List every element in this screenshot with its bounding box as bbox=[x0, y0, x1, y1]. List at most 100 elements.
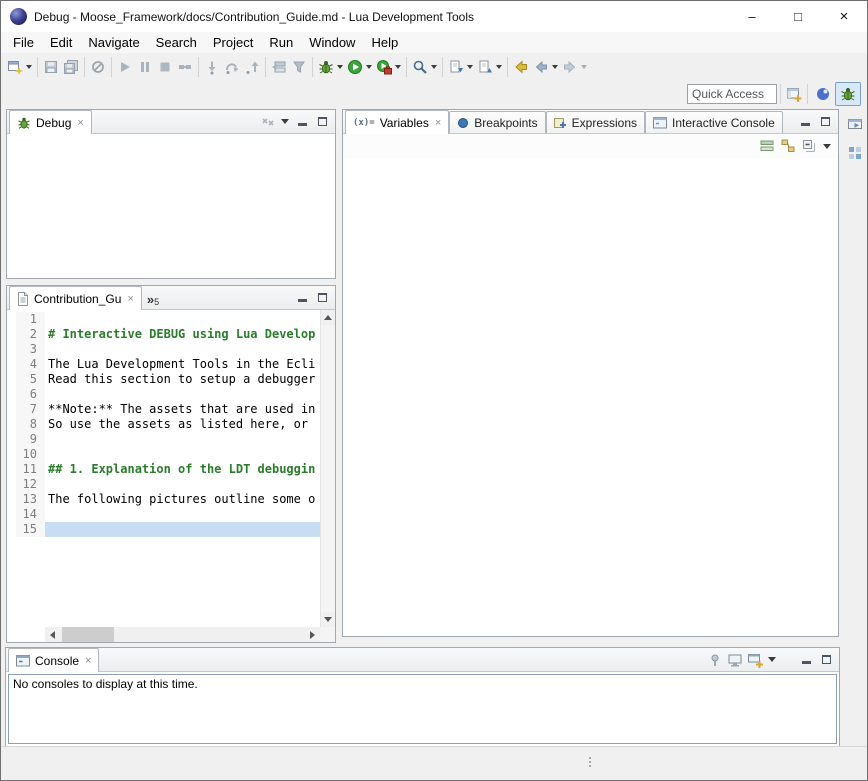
editor-lines[interactable]: 12# Interactive DEBUG using Lua Develop3… bbox=[7, 310, 320, 627]
collapse-all-button[interactable] bbox=[800, 139, 817, 154]
close-window-button[interactable]: × bbox=[821, 1, 867, 32]
disconnect-button[interactable] bbox=[175, 55, 195, 79]
line-text[interactable]: The following pictures outline some o bbox=[45, 492, 320, 507]
menu-navigate[interactable]: Navigate bbox=[80, 33, 147, 52]
variables-view-menu-button[interactable] bbox=[821, 139, 833, 154]
display-selected-console-button[interactable] bbox=[726, 652, 743, 667]
skip-all-breakpoints-button[interactable] bbox=[88, 55, 108, 79]
lua-perspective-button[interactable] bbox=[811, 82, 835, 106]
debug-button[interactable] bbox=[316, 55, 345, 79]
variables-tab-close-icon[interactable]: × bbox=[435, 117, 441, 129]
new-wizard-button[interactable] bbox=[5, 55, 34, 79]
drop-to-frame-button[interactable] bbox=[269, 55, 289, 79]
editor-tab-overflow[interactable]: »5 bbox=[142, 292, 164, 309]
menu-help[interactable]: Help bbox=[363, 33, 406, 52]
save-all-button[interactable] bbox=[61, 55, 81, 79]
back-button[interactable] bbox=[531, 55, 560, 79]
forward-button[interactable] bbox=[560, 55, 589, 79]
suspend-button[interactable] bbox=[135, 55, 155, 79]
scroll-right-button[interactable] bbox=[305, 627, 320, 642]
tab-expressions[interactable]: Expressions bbox=[546, 111, 645, 133]
maximize-window-button[interactable]: □ bbox=[775, 1, 821, 32]
line-text[interactable] bbox=[45, 522, 320, 537]
line-text[interactable]: Read this section to setup a debugger bbox=[45, 372, 320, 387]
line-text[interactable]: So use the assets as listed here, or bbox=[45, 417, 320, 432]
editor-tab-close-icon[interactable]: × bbox=[127, 293, 133, 305]
console-minimize-button[interactable] bbox=[798, 652, 815, 667]
console-maximize-button[interactable] bbox=[818, 652, 835, 667]
editor-tab[interactable]: Contribution_Gu × bbox=[9, 286, 142, 310]
console-tab-close-icon[interactable]: × bbox=[85, 655, 91, 667]
console-tab[interactable]: Console × bbox=[8, 648, 99, 672]
tab-variables[interactable]: (x)= Variables × bbox=[345, 110, 449, 134]
quick-access-input[interactable] bbox=[687, 84, 777, 104]
run-button[interactable] bbox=[345, 55, 374, 79]
scroll-up-button[interactable] bbox=[321, 310, 336, 325]
show-logical-structures-button[interactable] bbox=[779, 139, 796, 154]
menu-edit[interactable]: Edit bbox=[42, 33, 80, 52]
editor-maximize-button[interactable] bbox=[314, 290, 331, 305]
menu-run[interactable]: Run bbox=[261, 33, 301, 52]
variables-content[interactable] bbox=[343, 158, 838, 636]
variables-maximize-button[interactable] bbox=[817, 114, 834, 129]
console-viewer[interactable]: No consoles to display at this time. bbox=[8, 674, 837, 744]
restore-minimized-view-button[interactable] bbox=[845, 114, 865, 134]
resume-button[interactable] bbox=[115, 55, 135, 79]
remove-all-terminated-button[interactable] bbox=[259, 114, 276, 129]
debug-tab-close-icon[interactable]: × bbox=[77, 117, 83, 129]
editor-minimize-button[interactable] bbox=[294, 290, 311, 305]
debug-perspective-button[interactable] bbox=[835, 82, 861, 106]
scroll-down-button[interactable] bbox=[321, 612, 336, 627]
search-button[interactable] bbox=[410, 55, 439, 79]
terminate-button[interactable] bbox=[155, 55, 175, 79]
minimize-icon bbox=[298, 299, 307, 302]
line-text[interactable]: # Interactive DEBUG using Lua Develop bbox=[45, 327, 320, 342]
editor-line: 2# Interactive DEBUG using Lua Develop bbox=[7, 327, 320, 342]
debug-view-maximize-button[interactable] bbox=[314, 114, 331, 129]
last-edit-location-button[interactable] bbox=[511, 55, 531, 79]
debug-view-minimize-button[interactable] bbox=[294, 114, 311, 129]
menu-window[interactable]: Window bbox=[301, 33, 363, 52]
step-into-button[interactable] bbox=[202, 55, 222, 79]
external-tools-button[interactable] bbox=[374, 55, 403, 79]
trim-drag-handle[interactable] bbox=[589, 755, 591, 769]
editor-vertical-scrollbar[interactable] bbox=[320, 310, 335, 627]
pin-console-button[interactable] bbox=[706, 652, 723, 667]
line-text[interactable]: The Lua Development Tools in the Ecli bbox=[45, 357, 320, 372]
line-text[interactable] bbox=[45, 447, 320, 462]
line-text[interactable]: **Note:** The assets that are used in bbox=[45, 402, 320, 417]
step-over-button[interactable] bbox=[222, 55, 242, 79]
menu-project[interactable]: Project bbox=[205, 33, 261, 52]
next-annotation-button[interactable] bbox=[446, 55, 475, 79]
debug-tab[interactable]: Debug × bbox=[9, 110, 92, 134]
debug-view-menu-button[interactable] bbox=[279, 114, 291, 129]
line-text[interactable] bbox=[45, 312, 320, 327]
save-button[interactable] bbox=[41, 55, 61, 79]
menu-file[interactable]: File bbox=[5, 33, 42, 52]
step-return-button[interactable] bbox=[242, 55, 262, 79]
menu-search[interactable]: Search bbox=[148, 33, 205, 52]
debug-view-content[interactable] bbox=[7, 134, 335, 278]
line-text[interactable] bbox=[45, 387, 320, 402]
variables-toolbar bbox=[343, 134, 838, 158]
variables-minimize-button[interactable] bbox=[797, 114, 814, 129]
minimize-window-button[interactable]: – bbox=[729, 1, 775, 32]
line-text[interactable]: ## 1. Explanation of the LDT debuggin bbox=[45, 462, 320, 477]
line-text[interactable] bbox=[45, 477, 320, 492]
editor-horizontal-scrollbar[interactable] bbox=[45, 627, 320, 642]
scrollbar-thumb[interactable] bbox=[62, 627, 114, 642]
line-text[interactable] bbox=[45, 507, 320, 522]
use-step-filters-button[interactable] bbox=[289, 55, 309, 79]
tab-breakpoints[interactable]: Breakpoints bbox=[449, 111, 545, 133]
show-type-names-button[interactable] bbox=[758, 139, 775, 154]
scroll-left-button[interactable] bbox=[45, 627, 60, 642]
previous-annotation-button[interactable] bbox=[475, 55, 504, 79]
open-perspective-button[interactable] bbox=[784, 82, 804, 106]
open-console-button[interactable] bbox=[746, 652, 763, 667]
minimized-outline-view-button[interactable] bbox=[845, 143, 865, 163]
open-console-menu-button[interactable] bbox=[766, 652, 778, 667]
minimize-icon bbox=[802, 661, 811, 664]
tab-interactive-console[interactable]: Interactive Console bbox=[645, 111, 783, 133]
line-text[interactable] bbox=[45, 432, 320, 447]
line-text[interactable] bbox=[45, 342, 320, 357]
